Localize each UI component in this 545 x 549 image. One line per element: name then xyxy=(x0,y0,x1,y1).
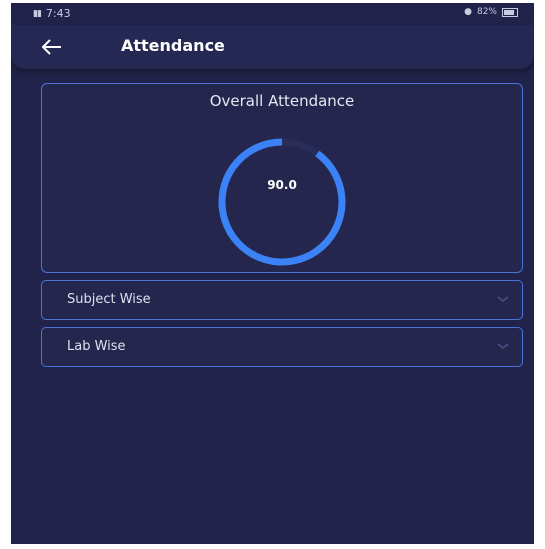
overall-attendance-card: Overall Attendance 90.0 xyxy=(41,83,523,273)
subject-wise-dropdown[interactable]: Subject Wise xyxy=(41,280,523,320)
attendance-value: 90.0 xyxy=(267,178,297,192)
chevron-down-icon xyxy=(497,296,509,302)
page-title: Attendance xyxy=(121,36,225,55)
app-screen: ▮▮ 7:43 ● 82% Attendance Overall Attenda… xyxy=(11,3,534,544)
subject-wise-label: Subject Wise xyxy=(67,292,151,307)
battery-percent: 82% xyxy=(476,7,497,17)
chevron-down-icon xyxy=(497,343,509,349)
signal-icon: ▮▮ xyxy=(33,8,42,19)
status-time: 7:43 xyxy=(45,7,71,20)
status-left: ▮▮ 7:43 xyxy=(33,7,71,20)
battery-icon xyxy=(502,7,518,17)
overall-attendance-title: Overall Attendance xyxy=(209,92,355,110)
app-bar: Attendance xyxy=(11,25,534,69)
status-bar: ▮▮ 7:43 ● 82% xyxy=(11,3,534,25)
arrow-left-icon[interactable] xyxy=(39,35,65,59)
status-right: ● 82% xyxy=(464,7,518,17)
lab-wise-label: Lab Wise xyxy=(67,339,126,354)
bluetooth-icon: ● xyxy=(464,7,472,17)
lab-wise-dropdown[interactable]: Lab Wise xyxy=(41,327,523,367)
gauge-progress-arc xyxy=(218,138,346,266)
